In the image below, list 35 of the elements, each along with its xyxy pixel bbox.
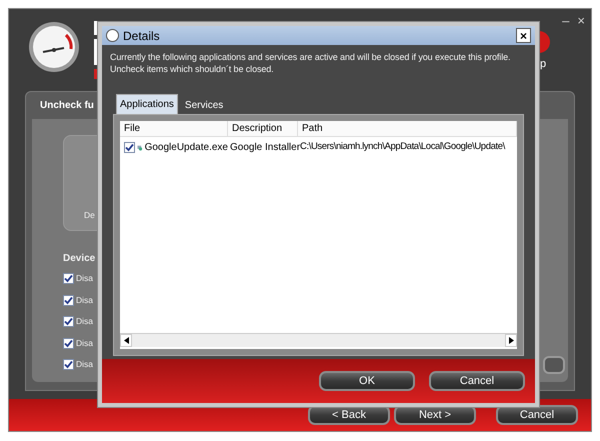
checkbox[interactable] xyxy=(124,142,135,153)
help-label[interactable]: p xyxy=(540,56,546,72)
option-label: Disa xyxy=(76,294,94,307)
minimize-button[interactable]: – xyxy=(562,11,570,30)
section-label: Device xyxy=(63,252,96,266)
dialog-message: Currently the following applications and services are active and will be closed if you execute this profile. Uncheck items which shouldn´t be closed. xyxy=(109,51,512,75)
app-icon xyxy=(106,29,119,42)
option-label: Disa xyxy=(76,272,94,286)
checkbox[interactable] xyxy=(63,338,74,349)
checkbox[interactable] xyxy=(63,273,74,284)
checkbox[interactable] xyxy=(63,316,74,328)
column-header[interactable]: Description xyxy=(228,121,298,136)
panel-title: Uncheck fu xyxy=(40,99,94,113)
option-label: Disa xyxy=(76,315,94,328)
side-button[interactable] xyxy=(543,356,565,374)
tab[interactable]: Services xyxy=(182,97,226,114)
dialog-title: Details xyxy=(123,28,160,44)
close-button[interactable]: × xyxy=(577,11,585,30)
column-header[interactable]: File xyxy=(120,121,228,136)
card-label: De xyxy=(84,209,95,222)
table-cell-text: Google Installer xyxy=(229,141,298,155)
scroll-left-icon[interactable] xyxy=(120,334,132,347)
checkbox[interactable] xyxy=(63,294,74,306)
option-label: Disa xyxy=(76,358,94,372)
scroll-right-icon[interactable] xyxy=(505,334,517,347)
column-header[interactable]: Path xyxy=(298,121,517,136)
gauge-icon xyxy=(28,21,80,73)
close-button[interactable]: × xyxy=(516,28,531,43)
tab[interactable]: Applications xyxy=(116,94,178,114)
option-label: Disa xyxy=(76,336,94,350)
ok-button[interactable]: OK xyxy=(319,371,415,391)
table-cell-text: GoogleUpdate.exe xyxy=(144,141,228,155)
cancel-button[interactable]: Cancel xyxy=(429,371,525,391)
checkbox[interactable] xyxy=(63,359,74,370)
cancel-button[interactable]: Cancel xyxy=(496,405,578,425)
